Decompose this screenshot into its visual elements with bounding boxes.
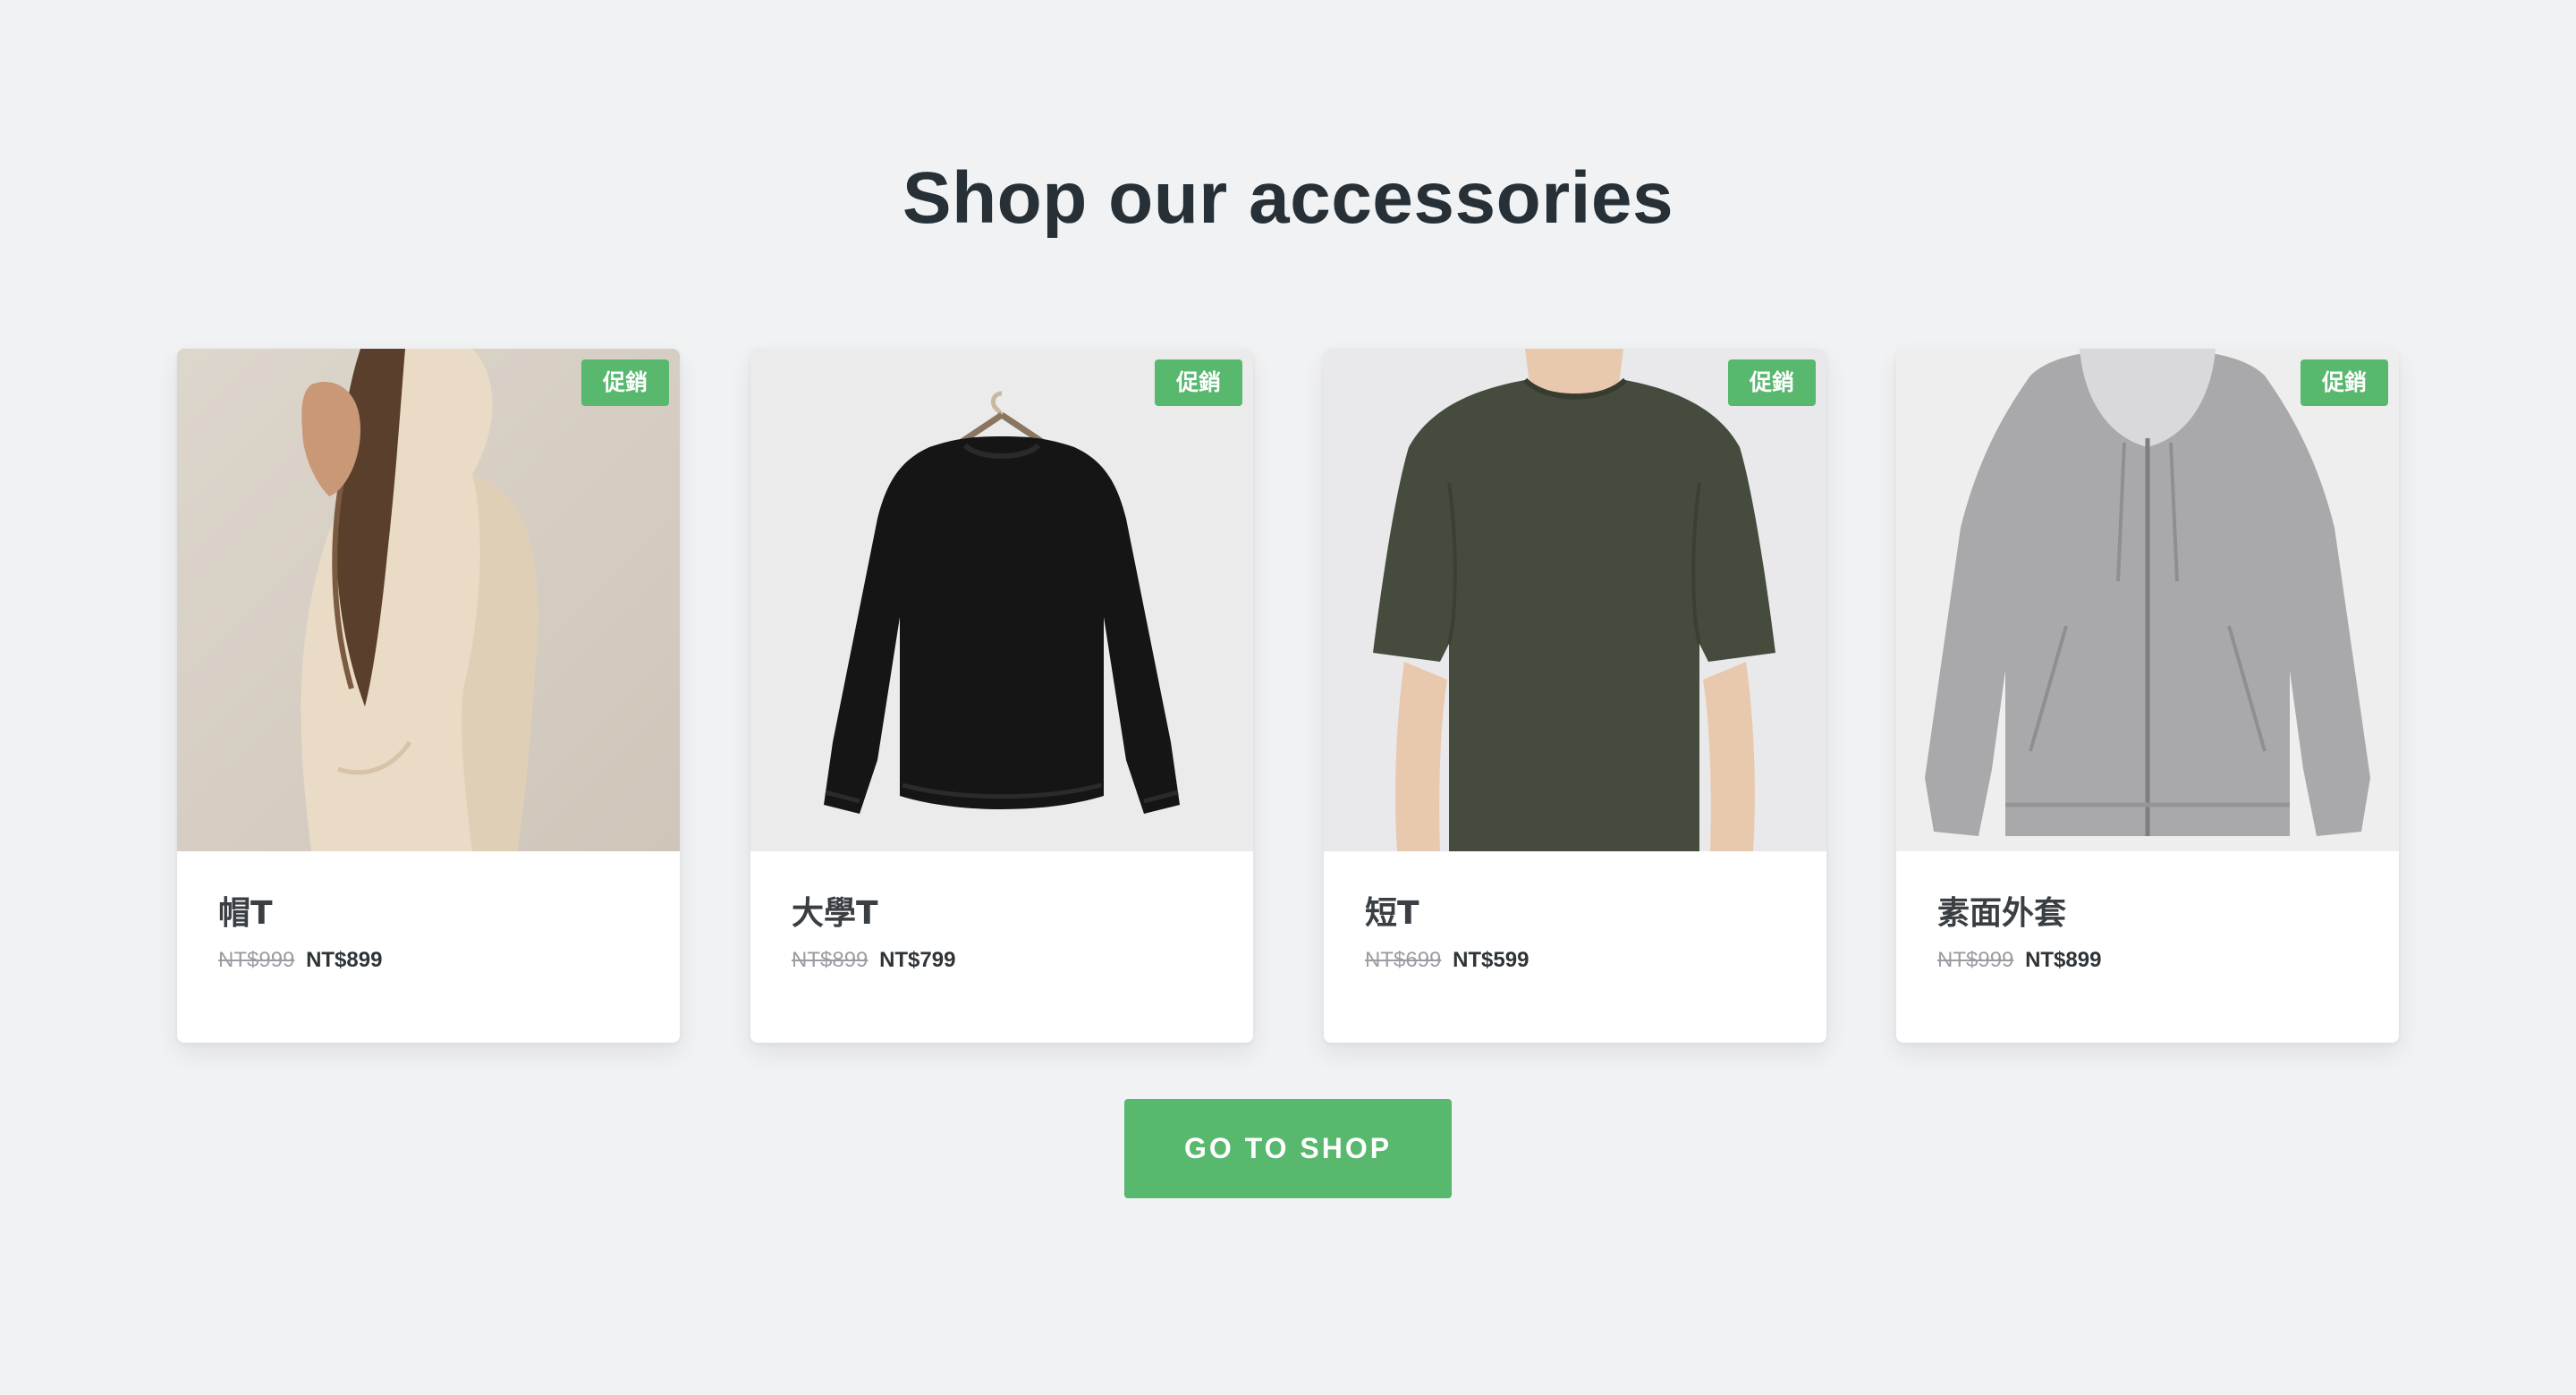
original-price: NT$999 — [1937, 948, 2014, 972]
sale-badge: 促銷 — [1154, 359, 1242, 406]
product-info: 大學T NT$899 NT$799 — [750, 851, 1253, 1043]
product-grid: 促銷 帽T NT$999 NT$899 促銷 大學T NT$899 NT$799… — [177, 349, 2399, 1043]
sale-badge: 促銷 — [1727, 359, 1816, 406]
product-card[interactable]: 促銷 大學T NT$899 NT$799 — [750, 349, 1253, 1043]
product-image-tshirt[interactable]: 促銷 — [1324, 349, 1826, 851]
original-price: NT$999 — [218, 948, 295, 972]
section-title: Shop our accessories — [902, 157, 1674, 239]
sale-badge: 促銷 — [2300, 359, 2388, 406]
product-info: 素面外套 NT$999 NT$899 — [1896, 851, 2399, 1043]
original-price: NT$699 — [1365, 948, 1442, 972]
accessories-section: Shop our accessories 促銷 帽T NT$999 NT$899… — [0, 0, 2576, 1395]
product-card[interactable]: 促銷 素面外套 NT$999 NT$899 — [1896, 349, 2399, 1043]
product-image-hoodie[interactable]: 促銷 — [177, 349, 680, 851]
product-info: 短T NT$699 NT$599 — [1324, 851, 1826, 1043]
product-card[interactable]: 促銷 短T NT$699 NT$599 — [1324, 349, 1826, 1043]
product-prices: NT$899 NT$799 — [792, 948, 955, 973]
go-to-shop-button[interactable]: GO TO SHOP — [1124, 1099, 1452, 1198]
original-price: NT$899 — [792, 948, 869, 972]
sale-price: NT$899 — [306, 948, 383, 972]
sale-price: NT$899 — [2025, 948, 2102, 972]
product-image-zip-hoodie[interactable]: 促銷 — [1896, 349, 2399, 851]
product-name[interactable]: 短T — [1365, 887, 1419, 934]
sale-badge: 促銷 — [580, 359, 669, 406]
product-prices: NT$699 NT$599 — [1365, 948, 1529, 973]
product-name[interactable]: 帽T — [218, 887, 273, 934]
product-name[interactable]: 素面外套 — [1937, 887, 2066, 934]
product-card[interactable]: 促銷 帽T NT$999 NT$899 — [177, 349, 680, 1043]
product-prices: NT$999 NT$899 — [1937, 948, 2101, 973]
sale-price: NT$799 — [879, 948, 956, 972]
sale-price: NT$599 — [1453, 948, 1530, 972]
product-name[interactable]: 大學T — [792, 887, 878, 934]
product-prices: NT$999 NT$899 — [218, 948, 382, 973]
product-info: 帽T NT$999 NT$899 — [177, 851, 680, 1043]
product-image-sweatshirt[interactable]: 促銷 — [750, 349, 1253, 851]
